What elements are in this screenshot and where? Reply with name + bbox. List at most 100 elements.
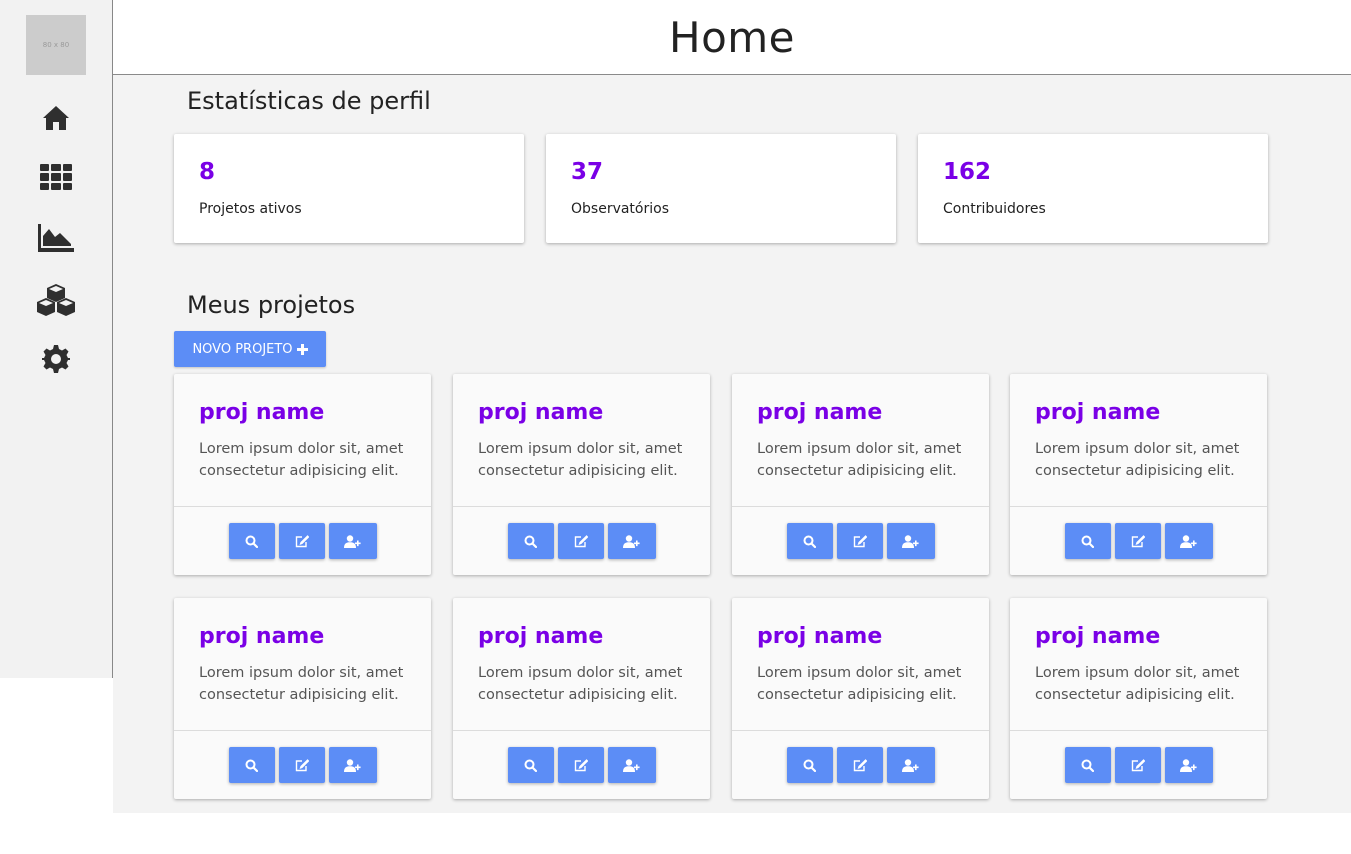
card-divider	[174, 506, 431, 507]
add-contributor-button[interactable]	[886, 523, 935, 559]
view-project-button[interactable]	[786, 747, 833, 783]
avatar[interactable]: 80 x 80	[26, 15, 86, 75]
card-divider	[1010, 730, 1267, 731]
plus-icon	[296, 343, 308, 355]
add-user-icon	[902, 534, 919, 548]
stat-label: Observatórios	[571, 201, 669, 217]
view-project-button[interactable]	[507, 523, 554, 559]
search-icon	[1081, 759, 1094, 772]
project-name: proj name	[199, 400, 325, 425]
search-icon	[524, 759, 537, 772]
card-actions	[174, 523, 431, 559]
main-content: Estatísticas de perfil 8 Projetos ativos…	[113, 75, 1351, 813]
card-actions	[174, 747, 431, 783]
add-user-icon	[623, 758, 640, 772]
add-contributor-button[interactable]	[886, 747, 935, 783]
project-name: proj name	[1035, 400, 1161, 425]
card-actions	[1010, 523, 1267, 559]
edit-project-button[interactable]	[278, 523, 325, 559]
gear-icon	[42, 345, 70, 373]
card-actions	[732, 747, 989, 783]
edit-project-button[interactable]	[1114, 747, 1161, 783]
project-card: proj name Lorem ipsum dolor sit, amet co…	[1010, 598, 1267, 799]
stat-value: 37	[571, 159, 604, 185]
view-project-button[interactable]	[786, 523, 833, 559]
view-project-button[interactable]	[1064, 523, 1111, 559]
sidebar: 80 x 80	[0, 0, 113, 678]
projects-section-title: Meus projetos	[187, 291, 356, 319]
project-name: proj name	[757, 624, 883, 649]
search-icon	[1081, 535, 1094, 548]
stats-section-title: Estatísticas de perfil	[187, 87, 431, 115]
nav-settings[interactable]	[36, 339, 76, 379]
edit-icon	[295, 758, 309, 771]
nav-statistics[interactable]	[36, 218, 76, 258]
project-card: proj name Lorem ipsum dolor sit, amet co…	[453, 598, 710, 799]
view-project-button[interactable]	[1064, 747, 1111, 783]
edit-icon	[1131, 758, 1145, 771]
card-actions	[1010, 747, 1267, 783]
project-name: proj name	[1035, 624, 1161, 649]
stat-label: Contribuidores	[943, 201, 1046, 217]
edit-project-button[interactable]	[278, 747, 325, 783]
card-divider	[1010, 506, 1267, 507]
nav-home[interactable]	[36, 98, 76, 138]
card-divider	[453, 730, 710, 731]
add-user-icon	[344, 758, 361, 772]
search-icon	[245, 535, 258, 548]
project-name: proj name	[199, 624, 325, 649]
nav-modules[interactable]	[36, 280, 76, 320]
nav-projects-grid[interactable]	[36, 157, 76, 197]
project-description: Lorem ipsum dolor sit, amet consectetur …	[757, 665, 962, 703]
view-project-button[interactable]	[507, 747, 554, 783]
add-contributor-button[interactable]	[607, 523, 656, 559]
stat-value: 162	[943, 159, 992, 185]
stat-value: 8	[199, 159, 216, 185]
project-description: Lorem ipsum dolor sit, amet consectetur …	[478, 665, 683, 703]
card-divider	[174, 730, 431, 731]
area-chart-icon	[38, 224, 74, 252]
stat-label: Projetos ativos	[199, 201, 302, 217]
new-project-label: NOVO PROJETO	[192, 341, 293, 357]
edit-icon	[1131, 534, 1145, 547]
card-divider	[453, 506, 710, 507]
project-description: Lorem ipsum dolor sit, amet consectetur …	[1035, 665, 1240, 703]
page-title: Home	[668, 12, 796, 62]
edit-project-button[interactable]	[557, 523, 604, 559]
edit-icon	[574, 758, 588, 771]
add-contributor-button[interactable]	[1164, 523, 1213, 559]
edit-project-button[interactable]	[836, 523, 883, 559]
add-user-icon	[623, 534, 640, 548]
search-icon	[803, 759, 816, 772]
project-description: Lorem ipsum dolor sit, amet consectetur …	[1035, 441, 1240, 479]
stat-card-active-projects: 8 Projetos ativos	[174, 134, 524, 243]
add-contributor-button[interactable]	[1164, 747, 1213, 783]
project-description: Lorem ipsum dolor sit, amet consectetur …	[199, 441, 404, 479]
edit-icon	[853, 534, 867, 547]
add-contributor-button[interactable]	[328, 523, 377, 559]
edit-icon	[295, 534, 309, 547]
edit-project-button[interactable]	[557, 747, 604, 783]
project-card: proj name Lorem ipsum dolor sit, amet co…	[1010, 374, 1267, 575]
project-name: proj name	[478, 624, 604, 649]
add-user-icon	[902, 758, 919, 772]
add-contributor-button[interactable]	[607, 747, 656, 783]
edit-project-button[interactable]	[1114, 523, 1161, 559]
project-card: proj name Lorem ipsum dolor sit, amet co…	[453, 374, 710, 575]
stat-card-contributors: 162 Contribuidores	[918, 134, 1268, 243]
project-card: proj name Lorem ipsum dolor sit, amet co…	[174, 598, 431, 799]
edit-project-button[interactable]	[836, 747, 883, 783]
project-name: proj name	[757, 400, 883, 425]
view-project-button[interactable]	[228, 747, 275, 783]
new-project-button[interactable]: NOVO PROJETO	[174, 331, 326, 367]
card-actions	[732, 523, 989, 559]
stat-card-observatories: 37 Observatórios	[546, 134, 896, 243]
project-card: proj name Lorem ipsum dolor sit, amet co…	[174, 374, 431, 575]
view-project-button[interactable]	[228, 523, 275, 559]
card-divider	[732, 730, 989, 731]
cubes-icon	[37, 284, 75, 316]
add-contributor-button[interactable]	[328, 747, 377, 783]
edit-icon	[574, 534, 588, 547]
edit-icon	[853, 758, 867, 771]
search-icon	[803, 535, 816, 548]
